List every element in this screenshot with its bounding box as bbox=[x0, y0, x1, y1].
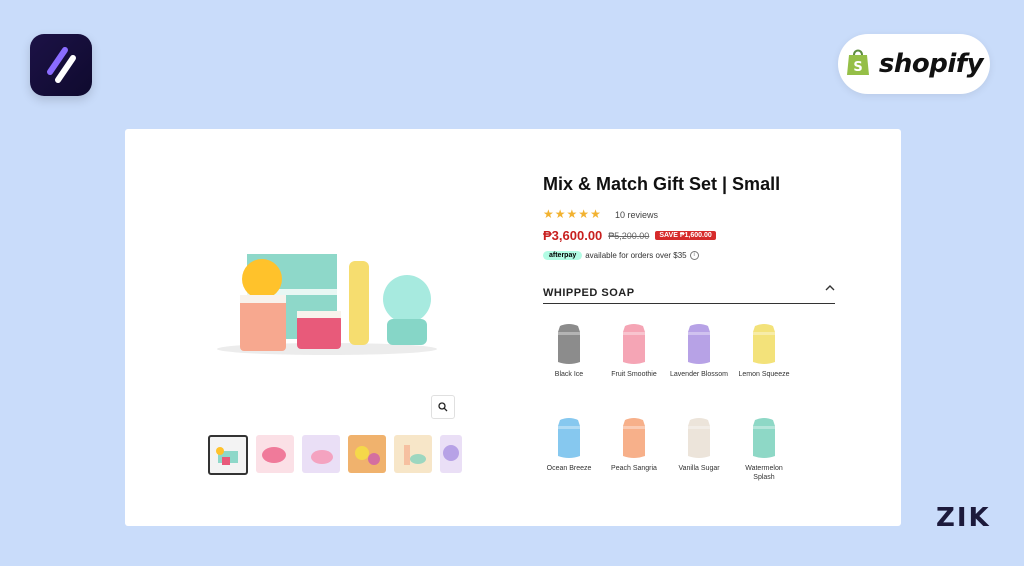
sale-price: ₱3,600.00 bbox=[543, 228, 603, 243]
swatch-lavender-blossom[interactable]: Lavender Blossom bbox=[669, 322, 729, 379]
zoom-button[interactable] bbox=[431, 395, 455, 419]
swatch-peach-sangria[interactable]: Peach Sangria bbox=[604, 416, 664, 473]
jar-icon bbox=[623, 324, 645, 364]
afterpay-text: available for orders over $35 bbox=[585, 251, 687, 260]
rating-stars[interactable]: ★ ★ ★ ★ ★ bbox=[543, 208, 601, 220]
thumbnail-2[interactable] bbox=[256, 435, 294, 473]
thumbnail-3[interactable] bbox=[302, 435, 340, 473]
swatch-lemon-squeeze[interactable]: Lemon Squeeze bbox=[734, 322, 794, 379]
swatch-label: Lavender Blossom bbox=[670, 371, 728, 378]
price-row: ₱3,600.00 ₱5,200.00 SAVE ₱1,600.00 bbox=[543, 228, 716, 243]
star-icon: ★ bbox=[543, 207, 554, 221]
zoom-icon bbox=[438, 402, 448, 412]
jar-icon bbox=[753, 418, 775, 458]
thumbnail-1[interactable] bbox=[208, 435, 248, 475]
swatch-black-ice[interactable]: Black Ice bbox=[539, 322, 599, 379]
swatch-label: Lemon Squeeze bbox=[738, 371, 790, 378]
shopify-badge: S shopify bbox=[838, 34, 990, 94]
swatch-label: Vanilla Sugar bbox=[678, 465, 720, 472]
product-title: Mix & Match Gift Set | Small bbox=[543, 174, 781, 194]
chevron-up-icon[interactable] bbox=[825, 284, 835, 295]
jar-icon bbox=[688, 418, 710, 458]
product-card: Mix & Match Gift Set | Small ★ ★ ★ ★ ★ 1… bbox=[125, 129, 901, 526]
accordion-whipped-soap[interactable]: WHIPPED SOAP bbox=[543, 283, 835, 304]
accordion-title: WHIPPED SOAP bbox=[543, 287, 635, 299]
jar-icon bbox=[558, 418, 580, 458]
swatch-watermelon-splash[interactable]: Watermelon Splash bbox=[734, 416, 794, 482]
save-badge: SAVE ₱1,600.00 bbox=[655, 231, 716, 240]
jar-icon bbox=[558, 324, 580, 364]
swatch-label: Ocean Breeze bbox=[546, 465, 592, 472]
zik-logo: ZIK bbox=[936, 503, 991, 533]
app-logo-icon bbox=[30, 34, 92, 96]
swatch-fruit-smoothie[interactable]: Fruit Smoothie bbox=[604, 322, 664, 379]
swatch-label: Watermelon Splash bbox=[745, 465, 783, 481]
swatch-label: Fruit Smoothie bbox=[611, 371, 657, 378]
swatch-ocean-breeze[interactable]: Ocean Breeze bbox=[539, 416, 599, 473]
thumbnail-6[interactable] bbox=[440, 435, 462, 473]
star-icon: ★ bbox=[566, 207, 578, 221]
jar-icon bbox=[623, 418, 645, 458]
swatch-vanilla-sugar[interactable]: Vanilla Sugar bbox=[669, 416, 729, 473]
shopify-wordmark: shopify bbox=[878, 49, 984, 79]
jar-icon bbox=[688, 324, 710, 364]
info-icon[interactable]: i bbox=[689, 251, 699, 260]
reviews-link[interactable]: 10 reviews bbox=[615, 210, 658, 220]
afterpay-row: afterpay available for orders over $35 i bbox=[543, 251, 699, 260]
thumbnail-5[interactable] bbox=[394, 435, 432, 473]
svg-text:S: S bbox=[853, 60, 862, 75]
afterpay-badge: afterpay bbox=[543, 251, 583, 260]
shopify-bag-icon: S bbox=[845, 47, 871, 82]
swatch-label: Black Ice bbox=[554, 371, 584, 378]
swatch-label: Peach Sangria bbox=[611, 465, 657, 472]
compare-price: ₱5,200.00 bbox=[608, 230, 650, 241]
jar-icon bbox=[753, 324, 775, 364]
star-icon: ★ bbox=[578, 207, 590, 221]
star-icon: ★ bbox=[590, 207, 601, 221]
thumbnail-4[interactable] bbox=[348, 435, 386, 473]
star-icon: ★ bbox=[554, 207, 566, 221]
product-main-image[interactable] bbox=[207, 249, 447, 359]
thumbnail-strip bbox=[208, 435, 462, 475]
